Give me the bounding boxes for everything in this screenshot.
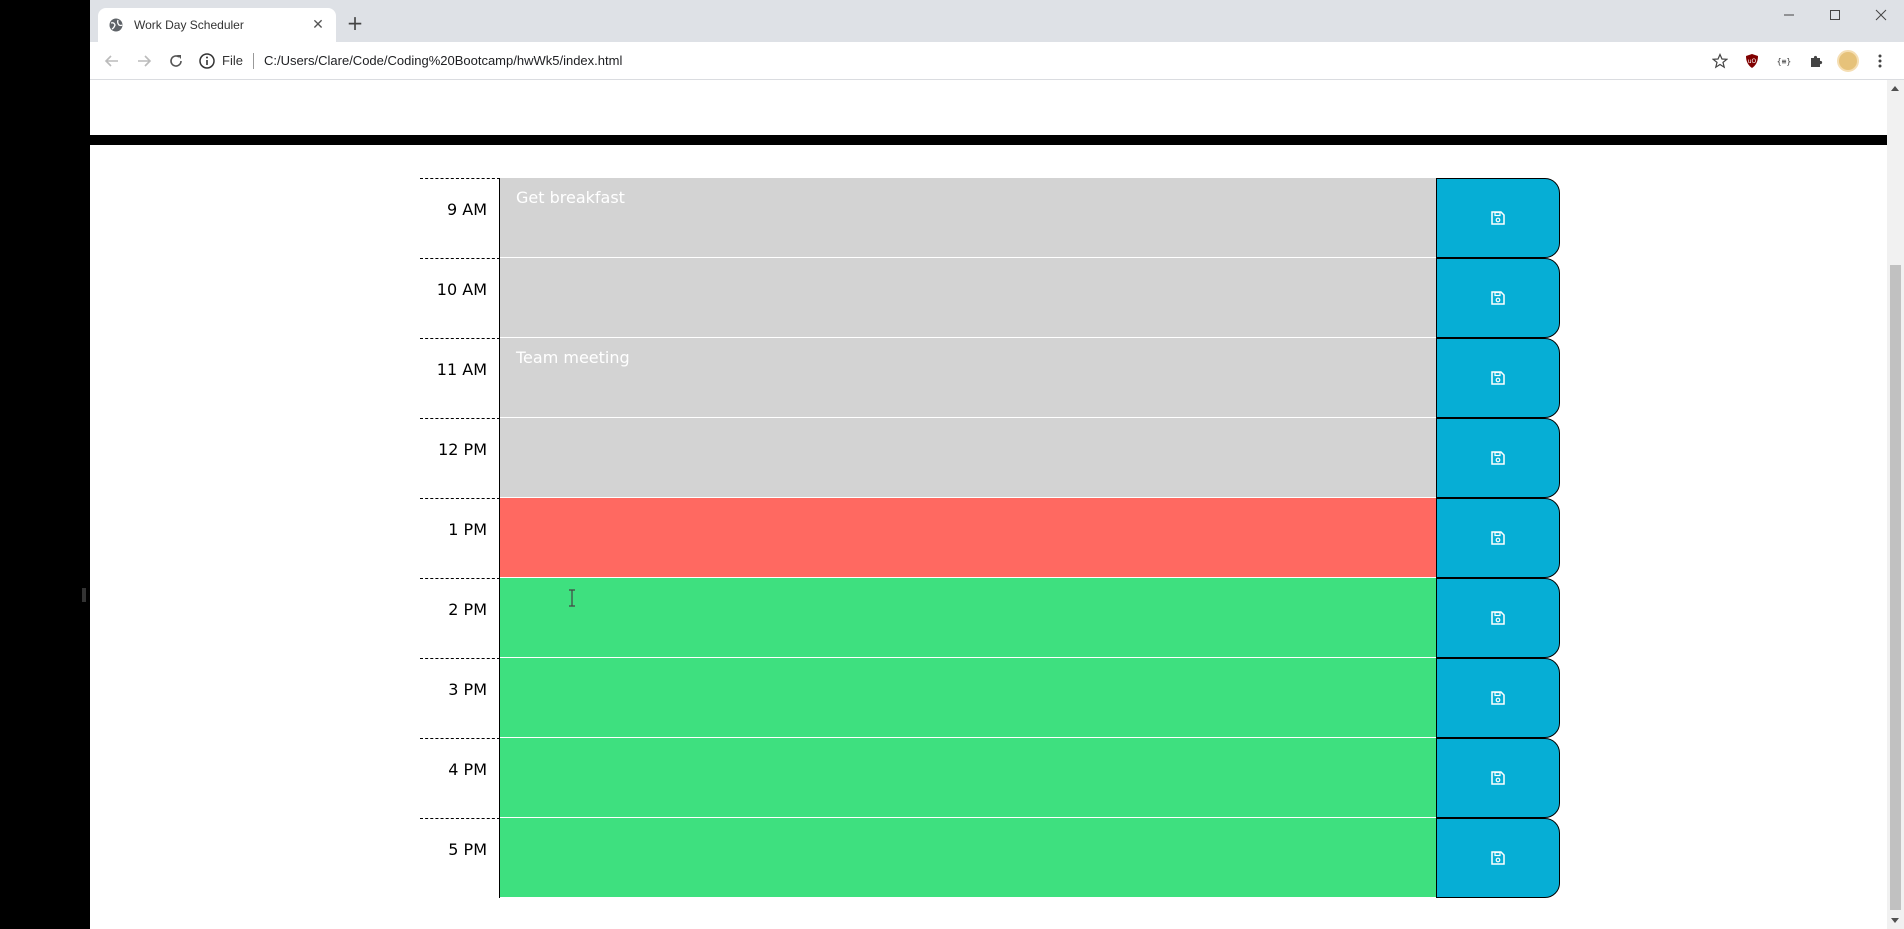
hour-label: 1 PM — [420, 498, 500, 578]
tab-strip: Work Day Scheduler ✕ + — [90, 0, 1904, 42]
puzzle-icon — [1811, 55, 1823, 67]
svg-text:uO: uO — [1748, 58, 1757, 65]
globe-icon — [109, 18, 123, 32]
address-bar[interactable]: File C:/Users/Clare/Code/Coding%20Bootca… — [198, 46, 622, 76]
event-description-input[interactable] — [500, 578, 1436, 658]
minimize-button[interactable] — [1766, 0, 1812, 30]
page-viewport: 9 AM Get breakfast 10 AM 11 AM Team meet… — [90, 80, 1904, 929]
event-description-input[interactable] — [500, 658, 1436, 738]
time-block-row: 5 PM — [420, 818, 1648, 898]
close-tab-icon[interactable]: ✕ — [310, 17, 326, 33]
header-divider — [90, 135, 1887, 145]
forward-arrow-icon — [138, 54, 152, 67]
event-description-input[interactable] — [500, 818, 1436, 898]
hour-label: 10 AM — [420, 258, 500, 338]
reload-icon — [170, 54, 182, 67]
hour-label: 12 PM — [420, 418, 500, 498]
address-scheme-label: File — [222, 53, 243, 68]
event-description-input[interactable] — [500, 498, 1436, 578]
address-url[interactable]: C:/Users/Clare/Code/Coding%20Bootcamp/hw… — [264, 53, 622, 68]
toolbar-right: uO {≡} — [1704, 45, 1896, 77]
event-description-input[interactable] — [500, 418, 1436, 498]
save-icon — [1491, 451, 1505, 465]
hour-label: 4 PM — [420, 738, 500, 818]
maximize-icon — [1830, 10, 1840, 20]
save-button[interactable] — [1436, 818, 1560, 898]
browser-window: Work Day Scheduler ✕ + File C:/Users/Cla… — [90, 0, 1904, 929]
bookmark-button[interactable] — [1704, 45, 1736, 77]
ublock-extension[interactable]: uO — [1736, 45, 1768, 77]
star-icon — [1712, 53, 1728, 69]
save-icon — [1491, 611, 1505, 625]
close-window-button[interactable] — [1858, 0, 1904, 30]
scroll-down-arrow-icon[interactable] — [1891, 918, 1899, 923]
left-screen-edge — [0, 0, 90, 929]
save-button[interactable] — [1436, 658, 1560, 738]
time-block-row: 1 PM — [420, 498, 1648, 578]
avatar — [1837, 50, 1859, 72]
address-divider — [252, 52, 254, 69]
scrollbar-thumb[interactable] — [1890, 265, 1901, 910]
event-description-input[interactable] — [500, 258, 1436, 338]
reload-button[interactable] — [160, 45, 192, 77]
extensions-button[interactable] — [1800, 45, 1832, 77]
menu-button[interactable] — [1864, 45, 1896, 77]
more-vertical-icon — [1878, 54, 1882, 68]
maximize-button[interactable] — [1812, 0, 1858, 30]
braces-icon: {≡} — [1777, 57, 1791, 66]
event-description-input[interactable]: Get breakfast — [500, 178, 1436, 258]
save-icon — [1491, 291, 1505, 305]
scroll-up-arrow-icon[interactable] — [1891, 86, 1899, 91]
save-button[interactable] — [1436, 738, 1560, 818]
hour-label: 9 AM — [420, 178, 500, 258]
json-extension[interactable]: {≡} — [1768, 45, 1800, 77]
save-button[interactable] — [1436, 418, 1560, 498]
svg-text:{≡}: {≡} — [1777, 57, 1791, 66]
text-cursor-icon — [569, 589, 575, 607]
save-icon — [1491, 771, 1505, 785]
save-icon — [1491, 371, 1505, 385]
save-button[interactable] — [1436, 178, 1560, 258]
save-button[interactable] — [1436, 498, 1560, 578]
new-tab-button[interactable]: + — [344, 13, 366, 35]
save-icon — [1491, 851, 1505, 865]
close-icon — [1875, 9, 1887, 21]
back-button[interactable] — [96, 45, 128, 77]
event-description-input[interactable] — [500, 738, 1436, 818]
back-arrow-icon — [104, 54, 118, 67]
shield-icon: uO — [1746, 54, 1758, 68]
save-button[interactable] — [1436, 338, 1560, 418]
browser-toolbar: File C:/Users/Clare/Code/Coding%20Bootca… — [90, 42, 1904, 80]
save-button[interactable] — [1436, 258, 1560, 338]
hour-label: 3 PM — [420, 658, 500, 738]
hour-label: 5 PM — [420, 818, 500, 898]
save-icon — [1491, 211, 1505, 225]
page-scrollbar[interactable] — [1887, 80, 1904, 929]
event-description-input[interactable]: Team meeting — [500, 338, 1436, 418]
browser-tab[interactable]: Work Day Scheduler ✕ — [98, 8, 336, 42]
time-block-row: 3 PM — [420, 658, 1648, 738]
time-block-row: 11 AM Team meeting — [420, 338, 1648, 418]
forward-button[interactable] — [128, 45, 160, 77]
save-button[interactable] — [1436, 578, 1560, 658]
time-block-row: 4 PM — [420, 738, 1648, 818]
time-block-row: 10 AM — [420, 258, 1648, 338]
time-block-row: 2 PM — [420, 578, 1648, 658]
hour-label: 11 AM — [420, 338, 500, 418]
tab-title: Work Day Scheduler — [134, 18, 244, 32]
time-block-row: 12 PM — [420, 418, 1648, 498]
profile-button[interactable] — [1832, 45, 1864, 77]
time-block-container: 9 AM Get breakfast 10 AM 11 AM Team meet… — [420, 178, 1648, 898]
minimize-icon — [1784, 14, 1794, 16]
hour-label: 2 PM — [420, 578, 500, 658]
save-icon — [1491, 691, 1505, 705]
save-icon — [1491, 531, 1505, 545]
time-block-row: 9 AM Get breakfast — [420, 178, 1648, 258]
info-icon[interactable] — [198, 52, 216, 70]
